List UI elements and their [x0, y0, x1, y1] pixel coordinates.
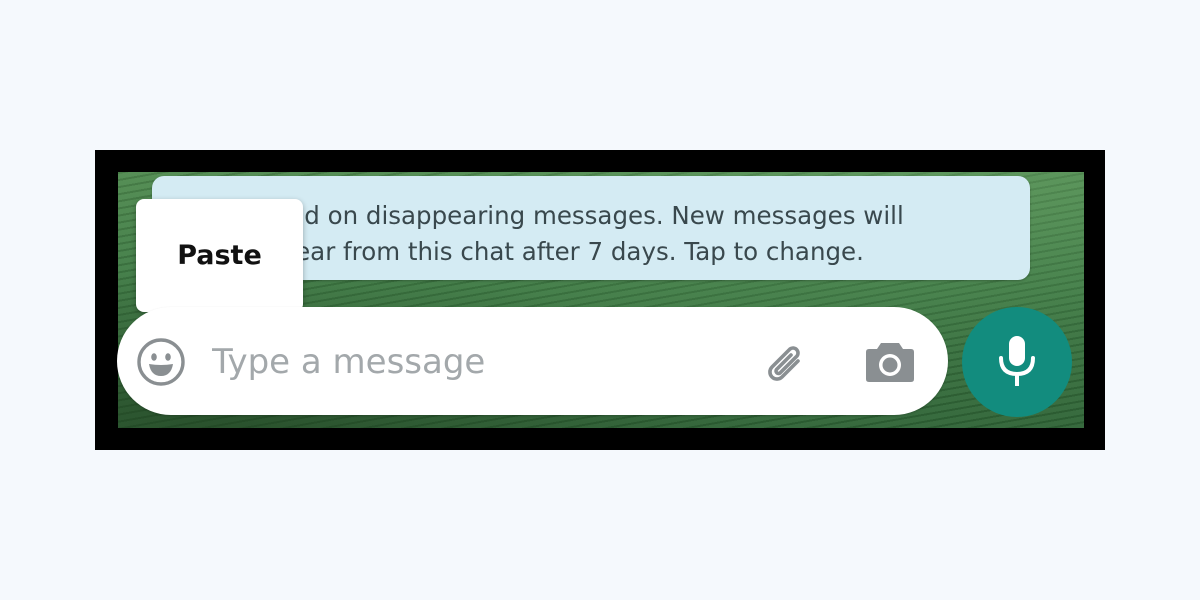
paste-menu-item[interactable]: Paste: [136, 199, 303, 312]
emoji-icon[interactable]: [135, 336, 187, 388]
message-input[interactable]: [212, 337, 732, 387]
notice-line-2: ppear from this chat after 7 days. Tap t…: [264, 237, 864, 266]
notice-line-1: rned on disappearing messages. New messa…: [264, 201, 904, 230]
microphone-button[interactable]: [962, 307, 1072, 417]
message-composer: [117, 307, 948, 415]
microphone-icon: [999, 336, 1035, 386]
paperclip-icon[interactable]: [757, 334, 813, 390]
camera-icon[interactable]: [864, 337, 916, 385]
